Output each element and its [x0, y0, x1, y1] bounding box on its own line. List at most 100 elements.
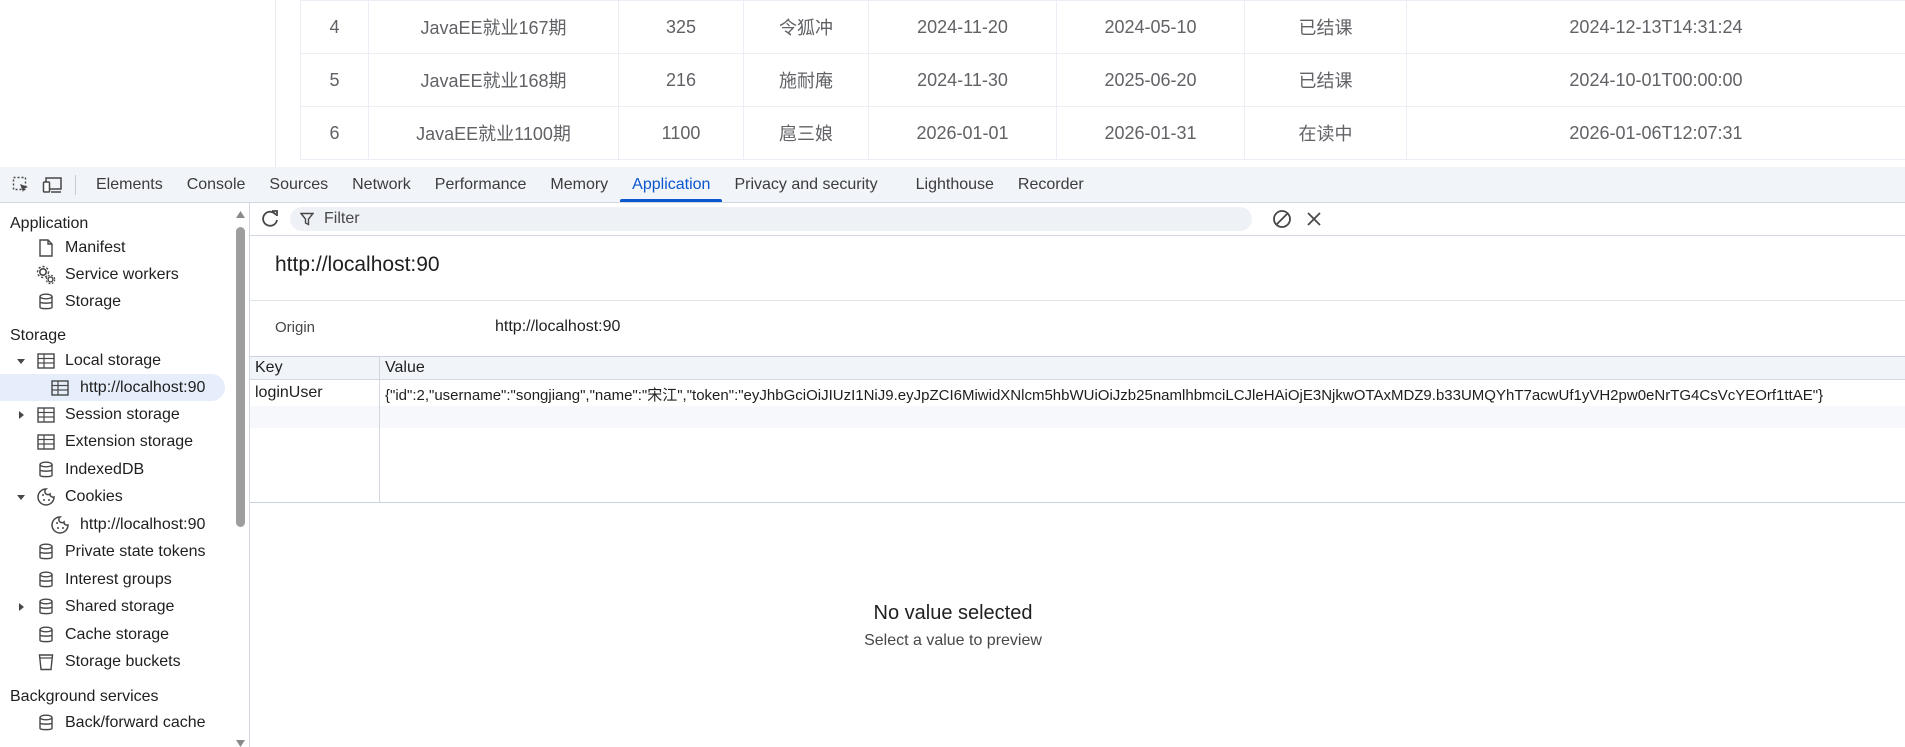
sidebar-heading-application: Application [10, 215, 89, 232]
filter-input[interactable] [322, 209, 1226, 229]
database-icon [36, 542, 56, 562]
sidebar-item-indexeddb[interactable]: IndexedDB [0, 456, 225, 483]
table-icon [50, 378, 70, 398]
file-icon [36, 238, 56, 258]
sidebar-item-label: IndexedDB [65, 460, 145, 478]
table-cell: 6 [300, 106, 369, 160]
sidebar-item-manifest[interactable]: Manifest [0, 234, 225, 261]
table-row[interactable]: loginUser {"id":2,"username":"songjiang"… [250, 380, 1905, 406]
sidebar-item-label: Private state tokens [65, 542, 206, 560]
sidebar-item-label: Interest groups [65, 570, 172, 588]
table-cell: 已结课 [1244, 0, 1407, 54]
tab-application[interactable]: Application [620, 167, 723, 202]
preview-subtitle: Select a value to preview [864, 632, 1042, 649]
scrollbar-thumb[interactable] [236, 227, 245, 527]
sidebar-item-label: http://localhost:90 [80, 378, 206, 396]
inspect-element-icon[interactable] [9, 173, 33, 197]
table-cell: 2024-12-13T14:31:24 [1406, 0, 1905, 54]
sidebar-item-cookies-origin[interactable]: http://localhost:90 [0, 511, 225, 538]
table-cell: JavaEE就业1100期 [368, 106, 619, 160]
table-cell: 在读中 [1244, 106, 1407, 160]
tab-performance[interactable]: Performance [423, 167, 539, 202]
sidebar-scrollbar[interactable] [232, 203, 249, 747]
sidebar-item-label: Storage [65, 292, 122, 310]
column-header-key[interactable]: Key [255, 359, 283, 377]
application-sidebar: Application Manifest Service workers Sto… [0, 203, 250, 747]
tab-lighthouse[interactable]: Lighthouse [904, 167, 1006, 202]
sidebar-item-label: Back/forward cache [65, 713, 206, 731]
table-cell: 2025-06-20 [1056, 53, 1245, 107]
devtools-panel: Elements Console Sources Network Perform… [0, 167, 1905, 747]
sidebar-item-local-storage-origin[interactable]: http://localhost:90 [0, 374, 225, 401]
sidebar-item-local-storage[interactable]: Local storage [0, 347, 225, 374]
sidebar-item-interest-groups[interactable]: Interest groups [0, 566, 225, 593]
tab-privacy-security[interactable]: Privacy and security [722, 167, 889, 202]
expanded-arrow-icon[interactable] [15, 491, 27, 503]
preview-title: No value selected [873, 602, 1033, 624]
tab-elements[interactable]: Elements [84, 167, 175, 202]
table-cell: 2026-01-01 [868, 106, 1057, 160]
sidebar-item-cookies[interactable]: Cookies [0, 483, 225, 510]
class-table: 4 JavaEE就业167期 325 令狐冲 2024-11-20 2024-0… [300, 0, 1905, 160]
origin-value: http://localhost:90 [495, 318, 621, 335]
scroll-up-arrow-icon[interactable] [235, 206, 246, 224]
sidebar-item-label: Service workers [65, 265, 179, 283]
sidebar-item-service-workers[interactable]: Service workers [0, 261, 225, 288]
key-value-grid: Key Value loginUser {"id":2,"username":"… [250, 356, 1905, 503]
sidebar-item-label: Local storage [65, 351, 162, 369]
sidebar-item-label: Storage buckets [65, 652, 181, 670]
table-cell: 已结课 [1244, 53, 1407, 107]
sidebar-item-label: Extension storage [65, 432, 194, 450]
table-cell: 2026-01-06T12:07:31 [1406, 106, 1905, 160]
table-cell: 5 [300, 53, 369, 107]
column-header-value[interactable]: Value [385, 359, 425, 377]
sidebar-heading-storage: Storage [10, 327, 67, 344]
device-toolbar-icon[interactable] [41, 173, 65, 197]
refresh-icon[interactable] [259, 208, 281, 235]
sidebar-item-label: Manifest [65, 238, 126, 256]
table-cell: 325 [618, 0, 744, 54]
scroll-down-arrow-icon[interactable] [235, 735, 246, 747]
column-divider[interactable] [379, 357, 380, 502]
gears-icon [36, 265, 56, 285]
storage-main-panel: http://localhost:90 Origin http://localh… [250, 203, 1905, 747]
table-cell: 4 [300, 0, 369, 54]
tab-network[interactable]: Network [340, 167, 423, 202]
sidebar-item-storage[interactable]: Storage [0, 288, 225, 315]
sidebar-item-extension-storage[interactable]: Extension storage [0, 428, 225, 455]
sidebar-item-storage-buckets[interactable]: Storage buckets [0, 648, 225, 675]
table-cell: 2024-11-20 [868, 0, 1057, 54]
sidebar-item-label: Session storage [65, 405, 180, 423]
tab-recorder[interactable]: Recorder [1006, 167, 1096, 202]
row-key[interactable]: loginUser [255, 384, 323, 402]
sidebar-item-private-state-tokens[interactable]: Private state tokens [0, 538, 225, 565]
table-row-empty [250, 406, 1905, 428]
expanded-arrow-icon[interactable] [15, 355, 27, 367]
database-icon [36, 570, 56, 590]
toolbar-divider [75, 174, 76, 195]
sidebar-item-label: Cookies [65, 487, 123, 505]
delete-selected-icon[interactable] [1305, 210, 1323, 233]
sidebar-item-bfcache[interactable]: Back/forward cache [0, 709, 225, 736]
tab-memory[interactable]: Memory [538, 167, 620, 202]
table-cell: 2026-01-31 [1056, 106, 1245, 160]
table-cell: 扈三娘 [743, 106, 869, 160]
row-value[interactable]: {"id":2,"username":"songjiang","name":"宋… [385, 384, 1903, 405]
sidebar-item-session-storage[interactable]: Session storage [0, 401, 225, 428]
table-row: 6 JavaEE就业1100期 1100 扈三娘 2026-01-01 2026… [300, 106, 1905, 160]
devtools-tabbar: Elements Console Sources Network Perform… [0, 167, 1905, 203]
collapsed-arrow-icon[interactable] [15, 409, 27, 421]
database-icon [36, 292, 56, 312]
filter-box[interactable] [290, 207, 1252, 231]
tab-console[interactable]: Console [175, 167, 258, 202]
cookie-icon [50, 515, 70, 535]
origin-label: Origin [275, 319, 316, 336]
table-row: 5 JavaEE就业168期 216 施耐庵 2024-11-30 2025-0… [300, 53, 1905, 107]
cookie-icon [36, 487, 56, 507]
clear-all-icon[interactable] [1272, 209, 1292, 234]
sidebar-heading-background-services: Background services [10, 688, 159, 705]
tab-sources[interactable]: Sources [257, 167, 340, 202]
bucket-icon [36, 652, 56, 672]
table-cell: 1100 [618, 106, 744, 160]
table-cell: 令狐冲 [743, 0, 869, 54]
